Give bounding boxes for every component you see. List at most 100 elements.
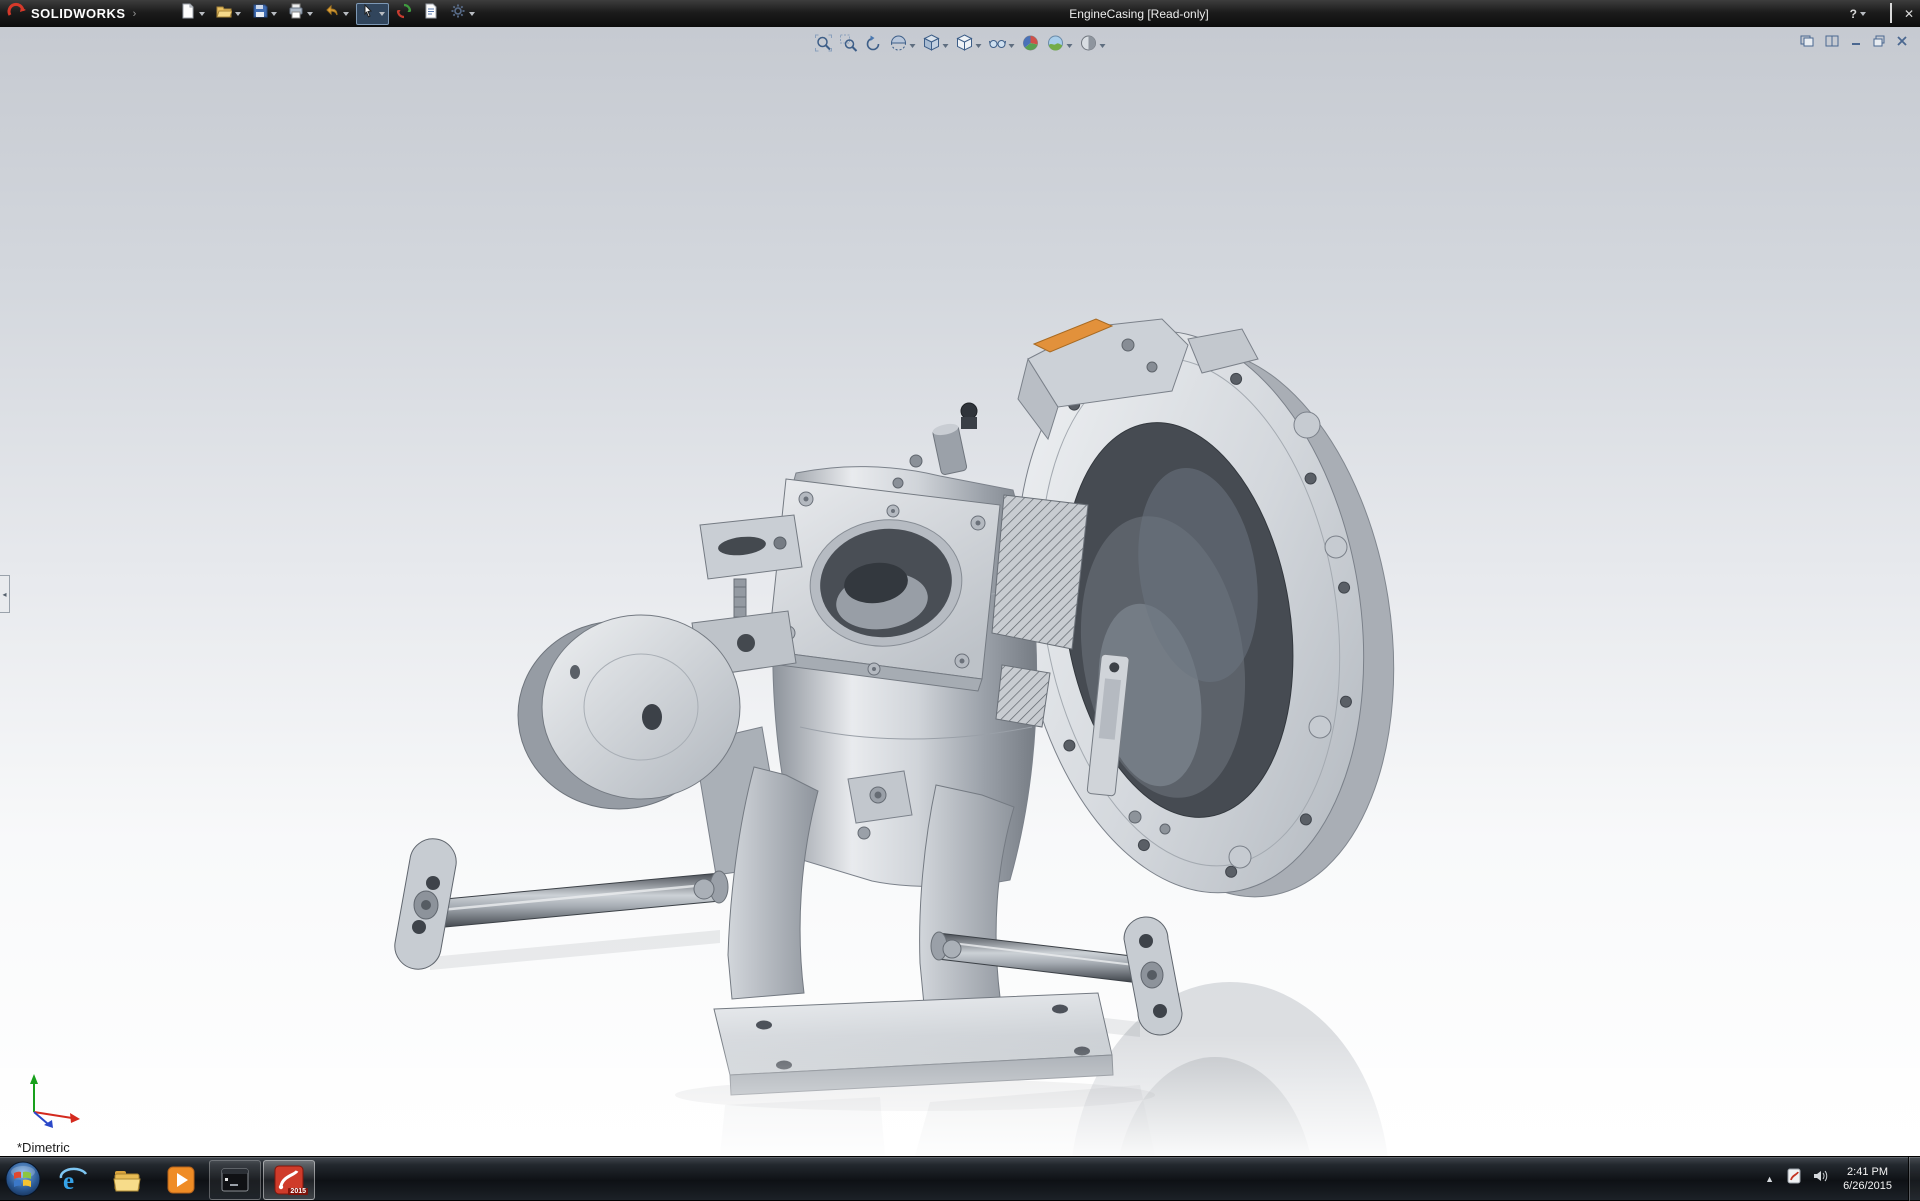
previous-view-icon bbox=[865, 34, 883, 57]
app-menu[interactable]: SOLIDWORKS › bbox=[0, 0, 146, 27]
viewport-restore-button[interactable] bbox=[1873, 34, 1885, 52]
zoom-to-fit-button[interactable] bbox=[814, 33, 834, 58]
chevron-left-icon: ◂ bbox=[2, 590, 6, 599]
hidden-icons-arrow[interactable]: ▲ bbox=[1763, 1174, 1776, 1184]
rebuild-icon bbox=[396, 3, 412, 24]
start-button[interactable] bbox=[0, 1157, 46, 1201]
system-tray: ▲ 2:41 PM 6/26/2015 bbox=[1763, 1157, 1920, 1200]
open-button[interactable] bbox=[212, 3, 245, 25]
dropdown-arrow-icon[interactable] bbox=[469, 12, 475, 16]
view-settings-icon bbox=[1080, 34, 1098, 57]
internet-explorer-icon: e bbox=[58, 1165, 88, 1195]
tray-app-icon[interactable] bbox=[1786, 1168, 1802, 1189]
print-button[interactable] bbox=[284, 3, 317, 25]
new-document-icon bbox=[180, 3, 196, 24]
dropdown-arrow-icon[interactable] bbox=[307, 12, 313, 16]
graphics-area[interactable]: ◂ *Dimetric bbox=[0, 27, 1920, 1156]
titlebar: SOLIDWORKS › bbox=[0, 0, 1920, 27]
app-name: SOLIDWORKS bbox=[31, 6, 126, 21]
print-icon bbox=[288, 3, 304, 24]
dropdown-arrow-icon[interactable] bbox=[379, 12, 385, 16]
save-icon bbox=[252, 3, 268, 24]
apply-scene-button[interactable] bbox=[1046, 33, 1074, 58]
dropdown-arrow-icon[interactable] bbox=[271, 12, 277, 16]
hide-show-items-button[interactable] bbox=[988, 33, 1016, 58]
document-window-controls bbox=[1800, 34, 1908, 52]
new-document-button[interactable] bbox=[176, 3, 209, 25]
dropdown-arrow-icon[interactable] bbox=[1067, 44, 1073, 48]
zoom-to-area-icon bbox=[840, 34, 858, 57]
volume-icon[interactable] bbox=[1812, 1168, 1829, 1189]
reflection-fade bbox=[0, 1035, 1920, 1156]
new-window-button[interactable] bbox=[1800, 34, 1814, 52]
solidworks-logo-icon bbox=[6, 2, 26, 25]
dropdown-arrow-icon[interactable] bbox=[1860, 12, 1866, 16]
view-orientation-button[interactable] bbox=[922, 33, 950, 58]
view-orientation-cube-icon bbox=[923, 34, 941, 57]
dropdown-arrow-icon[interactable] bbox=[199, 12, 205, 16]
dropdown-arrow-icon[interactable] bbox=[343, 12, 349, 16]
split-window-button[interactable] bbox=[1825, 34, 1839, 52]
solidworks-year-badge: 2015 bbox=[288, 1188, 308, 1195]
show-desktop-button[interactable] bbox=[1908, 1157, 1920, 1201]
dropdown-arrow-icon[interactable] bbox=[235, 12, 241, 16]
heads-up-view-toolbar bbox=[814, 33, 1107, 58]
close-button[interactable]: ✕ bbox=[1904, 8, 1914, 20]
help-button[interactable]: ? bbox=[1850, 8, 1866, 20]
view-orientation-label: *Dimetric bbox=[17, 1140, 70, 1155]
view-settings-button[interactable] bbox=[1079, 33, 1107, 58]
taskbar-command-prompt[interactable] bbox=[209, 1160, 261, 1200]
viewport-minimize-button[interactable] bbox=[1850, 34, 1862, 52]
edit-appearance-button[interactable] bbox=[1021, 33, 1041, 58]
command-prompt-icon bbox=[221, 1168, 249, 1192]
help-icon: ? bbox=[1850, 8, 1857, 20]
options-button[interactable] bbox=[446, 3, 479, 25]
dropdown-arrow-icon[interactable] bbox=[910, 44, 916, 48]
restore-icon bbox=[1890, 3, 1892, 23]
options-gear-icon bbox=[450, 3, 466, 24]
panel-collapse-tab[interactable]: ◂ bbox=[0, 575, 10, 613]
previous-view-button[interactable] bbox=[864, 33, 884, 58]
rebuild-button[interactable] bbox=[392, 3, 416, 25]
select-tool-button[interactable] bbox=[356, 3, 389, 25]
undo-button[interactable] bbox=[320, 3, 353, 25]
undo-icon bbox=[324, 3, 340, 24]
document-title: EngineCasing [Read-only] bbox=[1069, 7, 1208, 21]
apply-scene-icon bbox=[1047, 34, 1065, 57]
select-cursor-icon bbox=[360, 3, 376, 24]
section-view-button[interactable] bbox=[889, 33, 917, 58]
viewport-close-button[interactable] bbox=[1896, 34, 1908, 52]
display-style-icon bbox=[956, 34, 974, 57]
taskbar-clock[interactable]: 2:41 PM 6/26/2015 bbox=[1843, 1165, 1892, 1193]
menu-expand-chevron-icon[interactable]: › bbox=[133, 8, 137, 20]
hide-show-items-icon bbox=[989, 34, 1007, 57]
intake-flange[interactable] bbox=[764, 479, 1000, 691]
taskbar-file-explorer[interactable] bbox=[101, 1160, 153, 1200]
dropdown-arrow-icon[interactable] bbox=[976, 44, 982, 48]
standard-toolbar bbox=[176, 3, 479, 25]
zoom-to-fit-icon bbox=[815, 34, 833, 57]
clock-date: 6/26/2015 bbox=[1843, 1179, 1892, 1193]
display-style-button[interactable] bbox=[955, 33, 983, 58]
dropdown-arrow-icon[interactable] bbox=[1100, 44, 1106, 48]
open-folder-icon bbox=[216, 3, 232, 24]
orientation-triad-icon bbox=[20, 1068, 90, 1128]
taskbar: e 2015 ▲ bbox=[0, 1156, 1920, 1200]
taskbar-media-player[interactable] bbox=[155, 1160, 207, 1200]
clock-time: 2:41 PM bbox=[1843, 1165, 1892, 1179]
dropdown-arrow-icon[interactable] bbox=[943, 44, 949, 48]
taskbar-internet-explorer[interactable]: e bbox=[47, 1160, 99, 1200]
edit-appearance-icon bbox=[1022, 34, 1040, 57]
taskbar-solidworks-2015[interactable]: 2015 bbox=[263, 1160, 315, 1200]
titlebar-controls: ? ✕ bbox=[1850, 0, 1914, 27]
restore-button[interactable] bbox=[1890, 5, 1892, 23]
dropdown-arrow-icon[interactable] bbox=[1009, 44, 1015, 48]
section-view-icon bbox=[890, 34, 908, 57]
zoom-to-area-button[interactable] bbox=[839, 33, 859, 58]
windows-start-orb-icon bbox=[4, 1160, 42, 1198]
save-button[interactable] bbox=[248, 3, 281, 25]
folder-icon bbox=[112, 1167, 142, 1193]
file-properties-icon bbox=[423, 3, 439, 24]
file-properties-button[interactable] bbox=[419, 3, 443, 25]
engine-casing-model[interactable] bbox=[0, 27, 1920, 1156]
